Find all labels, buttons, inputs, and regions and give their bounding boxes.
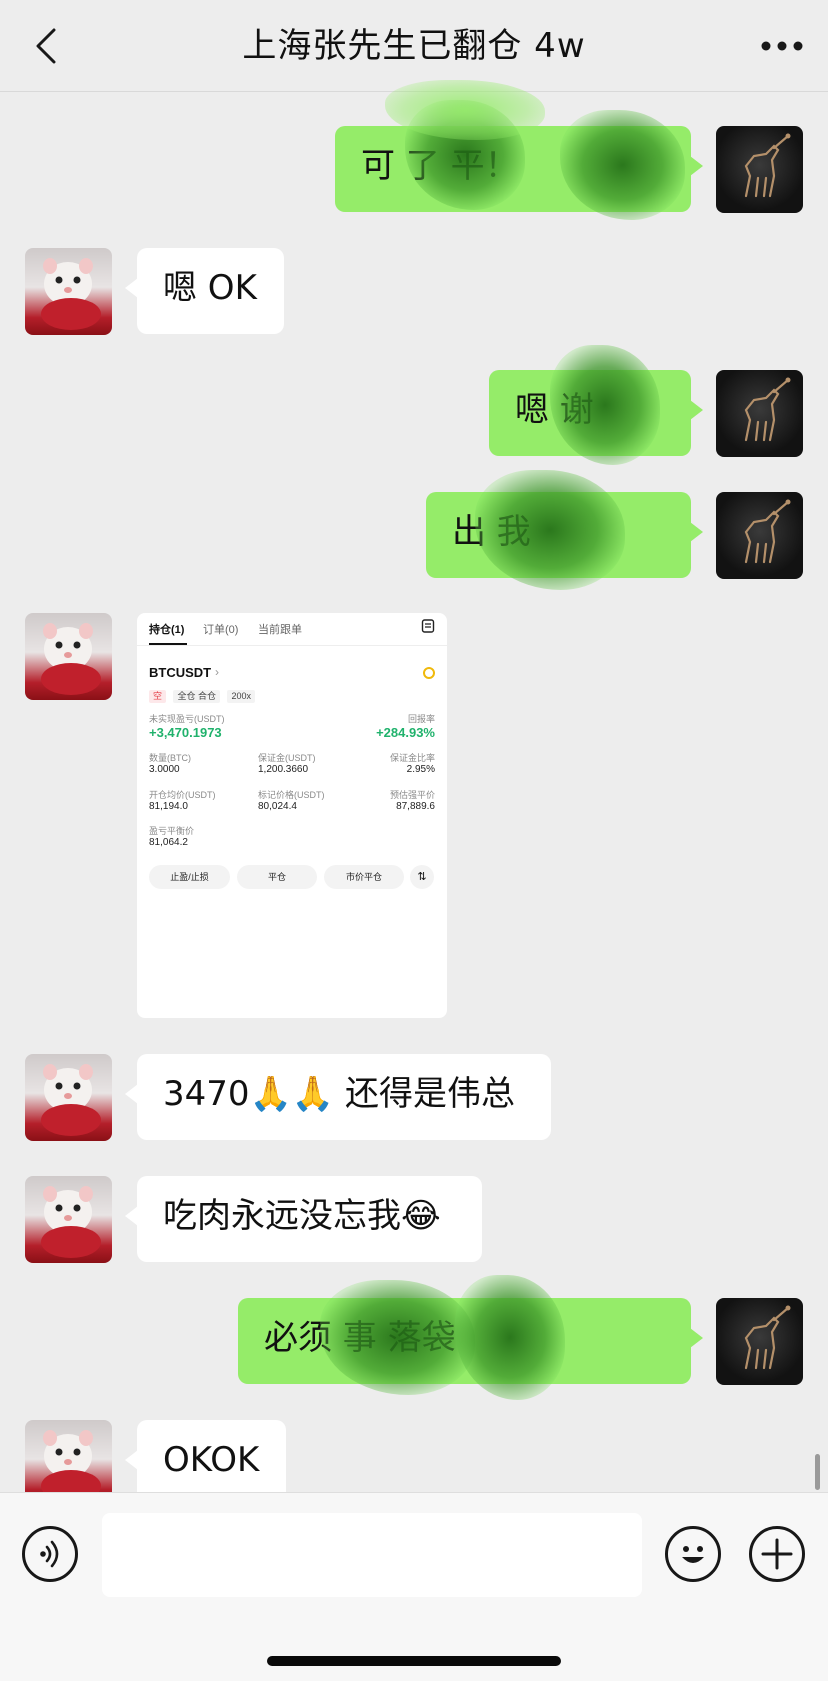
- roe-value: +284.93%: [376, 725, 435, 740]
- message-bubble-contact[interactable]: 3470🙏🙏 还得是伟总: [125, 1054, 551, 1140]
- message-text: 必须 事 落袋: [264, 1318, 456, 1358]
- input-bar: [0, 1492, 828, 1681]
- tab-copy-trading[interactable]: 当前跟单: [258, 621, 302, 637]
- plus-icon: [761, 1538, 793, 1570]
- mark-price-value: 80,024.4: [258, 801, 297, 812]
- tp-sl-button[interactable]: 止盈/止损: [149, 865, 230, 889]
- close-position-button[interactable]: 平仓: [237, 865, 317, 889]
- chat-header: 上海张先生已翻仓 4w: [0, 0, 828, 92]
- hamster-avatar-icon: [41, 258, 101, 330]
- scrollbar[interactable]: [815, 1454, 820, 1490]
- unrealized-pnl-label: 未实现盈亏(USDT): [149, 714, 225, 724]
- breakeven-value: 81,064.2: [149, 837, 188, 848]
- market-close-button[interactable]: 市价平仓: [324, 865, 404, 889]
- avatar-me[interactable]: [716, 370, 803, 457]
- message-text: 吃肉永远没忘我😂: [163, 1196, 441, 1236]
- chevron-left-icon: [36, 28, 56, 64]
- avatar-me[interactable]: [716, 126, 803, 213]
- size-label: 数量(BTC): [149, 753, 191, 763]
- chevron-right-icon: ›: [215, 665, 219, 679]
- home-indicator[interactable]: [267, 1656, 561, 1666]
- image-message-trading-position[interactable]: 持仓(1) 订单(0) 当前跟单 BTCUSDT › 空 全仓 合仓 200x …: [137, 613, 447, 1018]
- avatar-contact[interactable]: [25, 613, 112, 700]
- tag-short: 空: [149, 690, 167, 703]
- margin-value: 1,200.3660: [258, 764, 309, 775]
- message-bubble-contact[interactable]: 嗯 OK: [125, 248, 284, 334]
- more-dots-icon: [761, 41, 803, 51]
- margin-ratio-label: 保证金比率: [389, 753, 435, 763]
- size-value: 3.0000: [149, 764, 180, 775]
- margin-ratio-value: 2.95%: [406, 764, 435, 775]
- avatar-contact[interactable]: [25, 248, 112, 335]
- message-bubble-me[interactable]: 必须 事 落袋: [238, 1298, 703, 1384]
- entry-price-value: 81,194.0: [149, 801, 188, 812]
- tab-positions[interactable]: 持仓(1): [149, 621, 184, 637]
- message-bubble-me[interactable]: 出 我: [426, 492, 703, 578]
- margin-label: 保证金(USDT): [258, 753, 316, 763]
- horse-polo-logo-icon: [744, 133, 791, 198]
- back-button[interactable]: [22, 22, 70, 70]
- hamster-avatar-icon: [41, 1064, 101, 1136]
- avatar-contact[interactable]: [25, 1054, 112, 1141]
- hamster-avatar-icon: [41, 1186, 101, 1258]
- message-bubble-me[interactable]: 嗯 谢: [489, 370, 703, 456]
- tag-leverage: 200x: [227, 690, 255, 703]
- document-icon[interactable]: [421, 619, 435, 633]
- share-icon: [423, 667, 435, 679]
- message-text: 嗯 OK: [163, 268, 257, 308]
- liq-price-value: 87,889.6: [396, 801, 435, 812]
- message-text: 出 我: [452, 512, 531, 552]
- message-bubble-me[interactable]: 可 了 平！: [335, 126, 703, 212]
- avatar-me[interactable]: [716, 1298, 803, 1385]
- message-text: OKOK: [163, 1440, 260, 1480]
- breakeven-label: 盈亏平衡价: [149, 826, 195, 836]
- emoji-icon: [682, 1546, 704, 1563]
- tag-margin-mode: 全仓 合仓: [173, 690, 220, 703]
- avatar-me[interactable]: [716, 492, 803, 579]
- horse-polo-logo-icon: [744, 499, 791, 564]
- position-tabs: 持仓(1) 订单(0) 当前跟单: [137, 613, 447, 646]
- hamster-avatar-icon: [41, 623, 101, 695]
- message-input[interactable]: [102, 1513, 642, 1597]
- position-tags: 空 全仓 合仓 200x: [149, 686, 258, 703]
- entry-price-label: 开仓均价(USDT): [149, 790, 216, 800]
- tab-orders[interactable]: 订单(0): [203, 621, 238, 637]
- message-text: 可 了 平！: [361, 146, 519, 186]
- horse-polo-logo-icon: [744, 377, 791, 442]
- more-button[interactable]: [756, 22, 808, 70]
- emoji-button[interactable]: [665, 1526, 721, 1582]
- message-text: 3470🙏🙏 还得是伟总: [163, 1074, 516, 1114]
- voice-button[interactable]: [22, 1526, 78, 1582]
- mark-price-label: 标记价格(USDT): [258, 790, 325, 800]
- roe-label: 回报率: [407, 714, 435, 724]
- horse-polo-logo-icon: [744, 1305, 791, 1370]
- message-bubble-contact[interactable]: 吃肉永远没忘我😂: [125, 1176, 482, 1262]
- voice-icon: [40, 1540, 59, 1568]
- plus-button[interactable]: [749, 1526, 805, 1582]
- active-tab-underline: [149, 643, 187, 645]
- liq-price-label: 预估强平价: [389, 790, 435, 800]
- message-text: 嗯 谢: [515, 390, 594, 430]
- unrealized-pnl-value: +3,470.1973: [149, 725, 222, 740]
- avatar-contact[interactable]: [25, 1176, 112, 1263]
- chat-title: 上海张先生已翻仓 4w: [242, 26, 586, 66]
- swap-arrows-icon[interactable]: ⇅: [410, 865, 434, 889]
- symbol-name: BTCUSDT: [149, 665, 212, 680]
